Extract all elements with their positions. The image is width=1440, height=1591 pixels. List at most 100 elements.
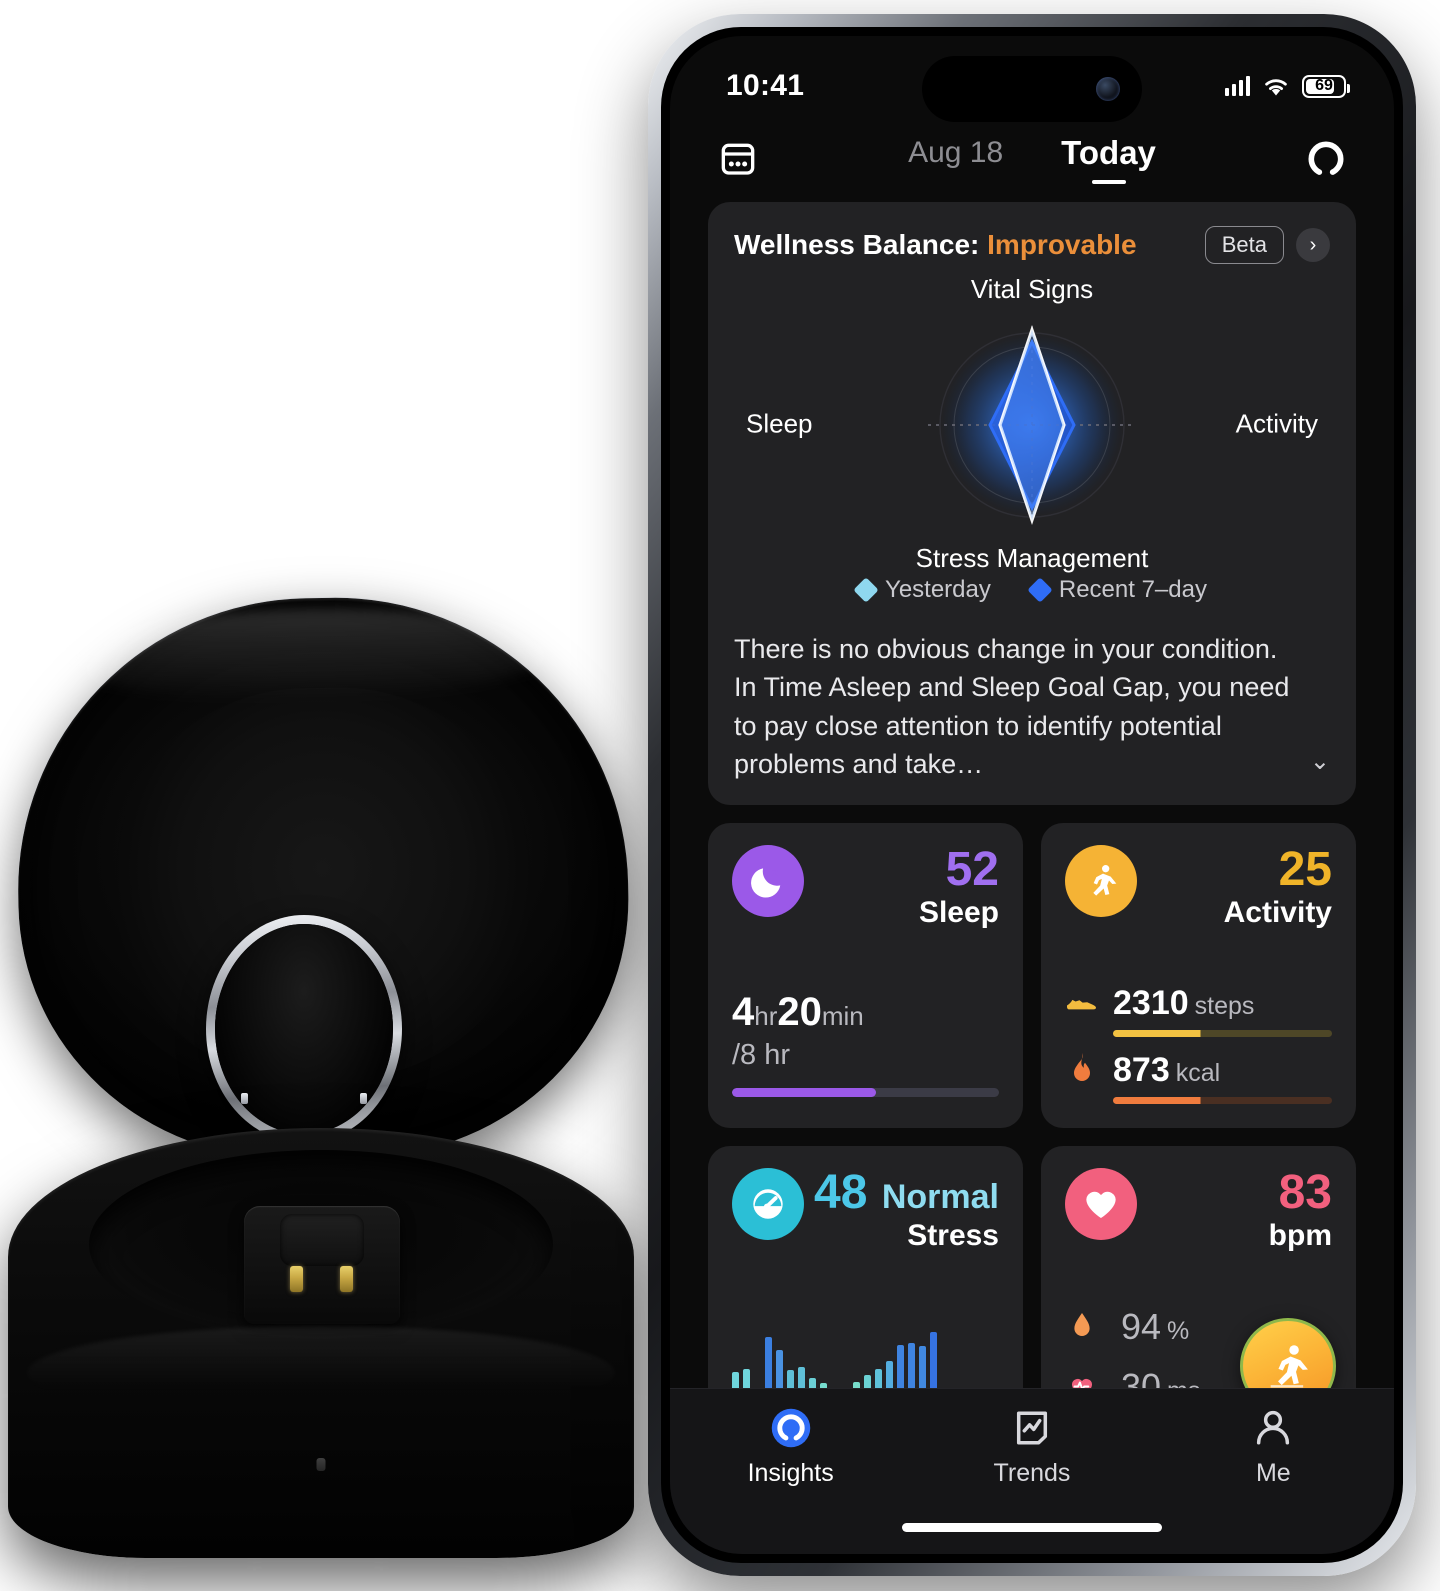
phone-screen: 10:41 69 Aug 18 Today Wellness Balance: … [670, 36, 1394, 1554]
sleep-progress-fill [732, 1088, 877, 1098]
bottom-tab-bar: Insights Trends Me [670, 1388, 1394, 1554]
activity-steps-body: 2310 steps [1113, 984, 1332, 1038]
charging-pin-left [290, 1266, 303, 1292]
heart-score-block: 83 bpm [1268, 1168, 1332, 1253]
sleep-progress-bar [732, 1088, 999, 1098]
activity-card-header: 25 Activity [1065, 845, 1332, 928]
wellness-title-prefix: Wellness Balance: [734, 229, 988, 260]
stress-score-block: 48 Normal Stress [814, 1166, 999, 1253]
status-bar: 10:41 69 [670, 36, 1394, 122]
charger-base-ridge [26, 1325, 616, 1421]
activity-kcal-unit: kcal [1175, 1059, 1221, 1088]
tab-label-trends: Trends [993, 1459, 1071, 1487]
app-header: Aug 18 Today [670, 112, 1394, 192]
dynamic-island [922, 56, 1142, 122]
front-camera-icon [1096, 77, 1120, 101]
main-content: Wellness Balance: Improvable Beta › Vita… [670, 192, 1394, 1432]
activity-kcal-body: 873 kcal [1113, 1051, 1332, 1105]
running-person-icon [1270, 1344, 1308, 1388]
sleep-minutes: 20 [777, 990, 822, 1035]
battery-icon: 69 [1302, 74, 1350, 98]
charger-led-indicator [316, 1458, 326, 1471]
charging-pedestal [244, 1206, 400, 1324]
smart-ring [206, 915, 402, 1143]
beta-badge: Beta [1204, 226, 1284, 264]
ring-contact-left [241, 1093, 248, 1104]
sleep-hours-unit: hr [754, 1001, 778, 1032]
date-tabs: Aug 18 Today [778, 134, 1286, 184]
legend-item-yesterday: Yesterday [853, 576, 991, 604]
activity-kcal-row: 873 kcal [1065, 1051, 1332, 1105]
spo2-value-row: 94% [1115, 1306, 1189, 1348]
stress-score: 48 [814, 1166, 868, 1220]
activity-steps-value-row: 2310 steps [1113, 984, 1332, 1023]
person-icon [1257, 1410, 1290, 1445]
chevron-down-icon[interactable]: ⌄ [1310, 745, 1330, 779]
sleep-duration: 4hr20min [732, 990, 999, 1035]
sleep-label: Sleep [918, 896, 999, 930]
status-time: 10:41 [726, 69, 805, 102]
wellness-description[interactable]: There is no obvious change in your condi… [734, 630, 1330, 783]
wellness-header: Wellness Balance: Improvable Beta › [734, 226, 1330, 264]
charger-base [8, 1128, 634, 1558]
wellness-status: Improvable [987, 229, 1137, 260]
radar-plot [928, 324, 1136, 526]
stress-level: Normal [881, 1178, 999, 1217]
gauge-icon [732, 1168, 804, 1241]
stress-card-header: 48 Normal Stress [732, 1166, 999, 1253]
activity-score: 25 [1278, 843, 1332, 897]
wellness-balance-card[interactable]: Wellness Balance: Improvable Beta › Vita… [708, 202, 1356, 806]
phone-bezel: 10:41 69 Aug 18 Today Wellness Balance: … [661, 27, 1403, 1563]
wifi-icon [1265, 78, 1287, 95]
chevron-right-icon[interactable]: › [1296, 228, 1330, 262]
heart-rate-unit: bpm [1268, 1219, 1332, 1253]
svg-text:z: z [772, 865, 778, 879]
spo2-unit: % [1167, 1316, 1190, 1345]
sleep-goal: /8 hr [732, 1039, 791, 1072]
smart-ring-charging-case-image [0, 560, 660, 1590]
radar-axis-label-activity: Activity [1235, 408, 1318, 439]
tab-me[interactable]: Me [1153, 1407, 1394, 1488]
activity-steps-value: 2310 [1113, 984, 1189, 1023]
heart-icon [1065, 1168, 1137, 1241]
activity-kcal-value-row: 873 kcal [1113, 1051, 1332, 1090]
flame-icon [1065, 1051, 1099, 1085]
stress-label: Stress [907, 1219, 999, 1253]
sleep-hours: 4 [732, 990, 755, 1035]
sync-ring-icon[interactable] [1304, 137, 1348, 181]
legend-label-yesterday: Yesterday [885, 576, 991, 603]
charging-pin-right [340, 1266, 353, 1292]
calendar-icon[interactable] [716, 137, 760, 181]
activity-score-block: 25 Activity [1223, 843, 1332, 930]
activity-steps-bar [1113, 1030, 1332, 1038]
insights-ring-icon [771, 1408, 810, 1448]
cellular-bars-icon [1225, 76, 1250, 96]
tab-label-me: Me [1255, 1459, 1291, 1487]
tab-insights[interactable]: Insights [670, 1407, 911, 1488]
trends-chart-icon [1016, 1411, 1048, 1445]
activity-kcal-value: 873 [1113, 1051, 1170, 1090]
tab-previous-date[interactable]: Aug 18 [908, 136, 1003, 182]
wellness-radar-chart: Vital Signs Activity Stress Management S… [734, 274, 1330, 574]
sleep-card-header: z 52 Sleep [732, 845, 999, 928]
phone-device: 10:41 69 Aug 18 Today Wellness Balance: … [648, 14, 1416, 1576]
screenshot-root: 10:41 69 Aug 18 Today Wellness Balance: … [0, 0, 1440, 1591]
sleep-score-block: 52 Sleep [918, 845, 999, 930]
tab-today[interactable]: Today [1061, 134, 1156, 184]
wellness-description-text: There is no obvious change in your condi… [734, 634, 1290, 779]
tab-label-insights: Insights [747, 1459, 834, 1487]
legend-swatch-recent-7-day [1027, 577, 1053, 603]
shoe-icon [1065, 984, 1099, 1018]
radar-axis-label-sleep: Sleep [746, 408, 813, 439]
ring-contact-right [360, 1093, 367, 1104]
status-indicators: 69 [1225, 74, 1350, 98]
metrics-grid: z 52 Sleep 4hr20min /8 hr 25 Activity 23… [708, 823, 1356, 1432]
activity-rows: 2310 steps 873 kcal [1065, 984, 1332, 1105]
heart-card-header: 83 bpm [1065, 1168, 1332, 1253]
activity-label: Activity [1223, 896, 1332, 930]
spo2-value: 94 [1121, 1305, 1162, 1347]
sleep-card[interactable]: z 52 Sleep 4hr20min /8 hr [708, 823, 1023, 1129]
activity-card[interactable]: 25 Activity 2310 steps 873 kcal [1041, 823, 1356, 1129]
wellness-title: Wellness Balance: Improvable [734, 229, 1193, 261]
tab-trends[interactable]: Trends [911, 1407, 1152, 1488]
